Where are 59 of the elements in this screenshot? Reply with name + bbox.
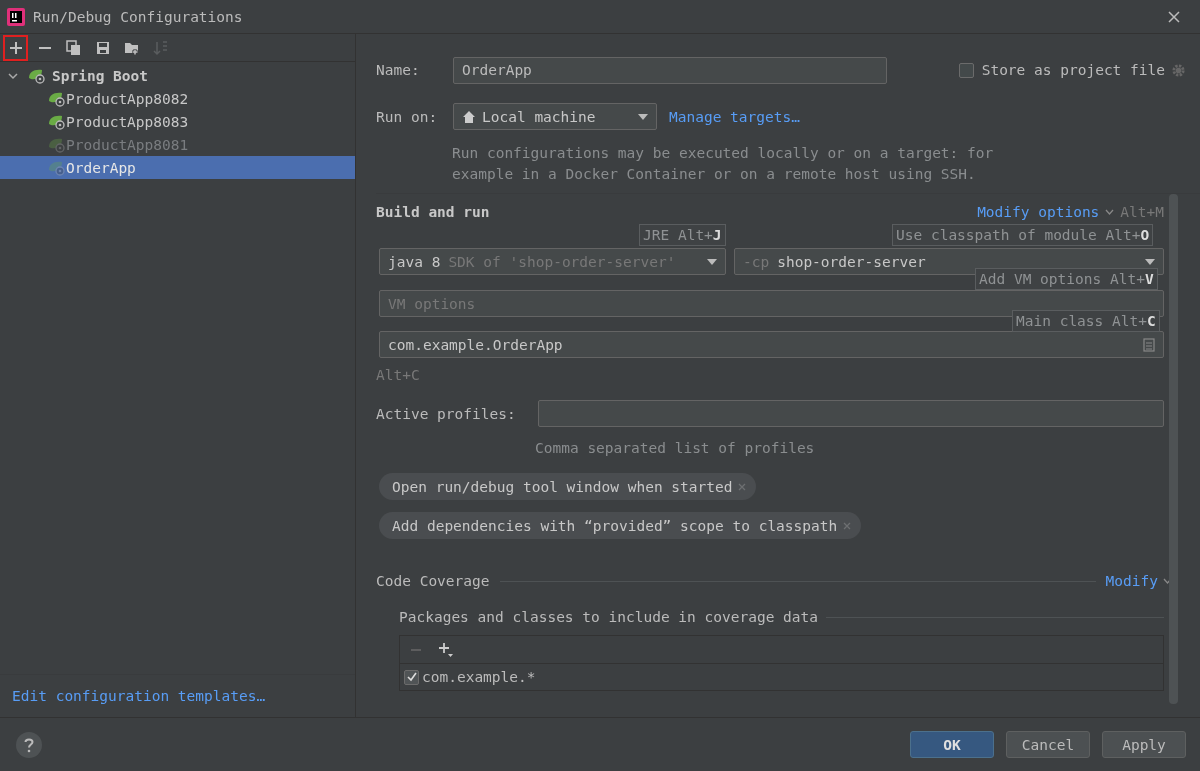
shortcut-hint: Alt+C	[376, 367, 421, 383]
plus-icon	[7, 39, 24, 56]
field-label: Active profiles:	[376, 405, 517, 422]
checkbox-label[interactable]: Store as project file	[981, 62, 1165, 78]
field-label: Name:	[376, 62, 421, 78]
templates-link[interactable]: Edit configuration templates…	[12, 688, 266, 704]
pattern-label[interactable]: com.example.*	[422, 669, 536, 685]
spring-leaf-icon	[48, 113, 66, 130]
section-title: Code Coverage	[376, 573, 490, 589]
main-class-field[interactable]: com.example.OrderApp	[379, 331, 1164, 358]
active-profiles-field[interactable]	[538, 400, 1164, 427]
field-label: Run on:	[376, 108, 439, 125]
scrollbar[interactable]	[1169, 194, 1178, 704]
app-logo-icon	[7, 7, 25, 26]
add-button[interactable]	[3, 34, 28, 61]
name-field[interactable]: OrderApp	[453, 56, 887, 84]
caret-icon	[707, 258, 717, 265]
manage-targets-link[interactable]: Manage targets…	[669, 108, 800, 125]
option-tag[interactable]: Add dependencies with “provided” scope to classpath	[379, 512, 862, 539]
add-icon[interactable]	[438, 641, 454, 658]
save-icon	[94, 39, 111, 56]
dialog-button[interactable]: Cancel	[1006, 731, 1090, 758]
checkbox[interactable]	[958, 62, 974, 78]
chevron-down-icon[interactable]	[1163, 578, 1172, 584]
option-tag[interactable]: Open run/debug tool window when started	[379, 473, 757, 500]
tree-item[interactable]: ProductApp8083	[0, 110, 355, 133]
copy-icon	[65, 39, 82, 56]
caret-icon	[638, 113, 648, 120]
shortcut-hint: Alt+M	[1120, 204, 1164, 220]
home-icon	[462, 109, 476, 124]
caret-icon	[1145, 258, 1155, 265]
spring-leaf-icon	[28, 67, 46, 84]
dialog-button[interactable]: Apply	[1102, 731, 1186, 758]
shortcut-tooltip: JRE Alt+J	[639, 224, 726, 246]
checkbox[interactable]	[404, 669, 419, 685]
group-title: Packages and classes to include in coverage data	[399, 609, 819, 625]
run-on-dropdown[interactable]: Local machine	[453, 103, 657, 130]
shortcut-tooltip: Use classpath of module Alt+O	[892, 224, 1154, 246]
shortcut-tooltip: Add VM options Alt+V	[975, 268, 1158, 290]
modify-link[interactable]: Modify	[1105, 573, 1158, 589]
ok-button[interactable]: OK	[910, 731, 994, 758]
minus-icon	[36, 46, 53, 49]
spring-leaf-icon	[48, 136, 66, 153]
expand-chevron-icon[interactable]	[8, 70, 18, 81]
spring-leaf-icon	[48, 90, 66, 107]
chevron-down-icon[interactable]	[1105, 209, 1115, 215]
modify-options-link[interactable]: Modify options	[977, 204, 1100, 220]
tree-item[interactable]: ProductApp8082	[0, 87, 355, 110]
help-text: Run configurations may be executed locally or on a target: for example in a Docker Container or on a remote host using SSH.	[452, 144, 995, 184]
sort-icon	[152, 39, 169, 56]
help-text: Comma separated list of profiles	[535, 439, 816, 458]
document-icon	[1143, 337, 1155, 352]
spring-leaf-icon	[48, 159, 66, 176]
section-title: Build and run	[376, 204, 490, 220]
shortcut-tooltip: Main class Alt+C	[1012, 310, 1160, 332]
tree-group-label[interactable]: Spring Boot	[52, 67, 149, 84]
help-icon[interactable]	[16, 731, 42, 758]
close-icon[interactable]	[1168, 10, 1180, 23]
window-title: Run/Debug Configurations	[33, 8, 243, 25]
